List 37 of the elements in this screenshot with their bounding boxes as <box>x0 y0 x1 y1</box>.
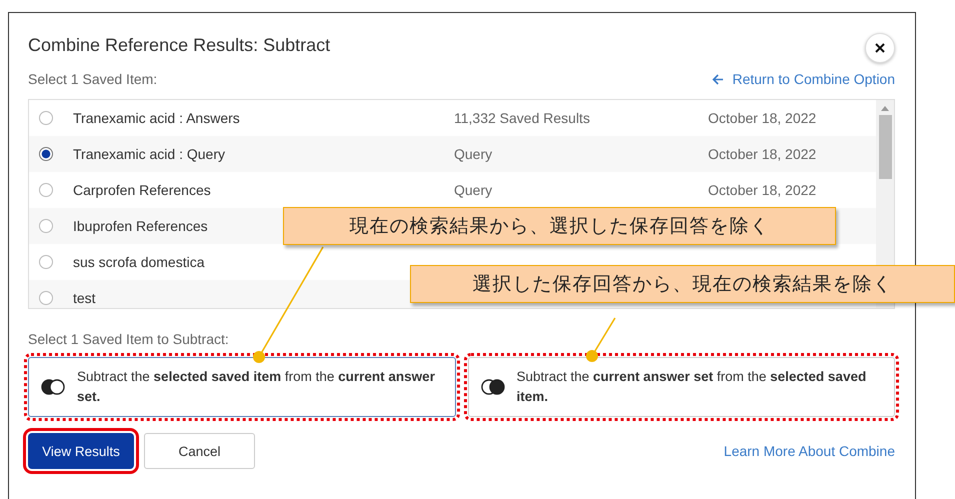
item-date: October 18, 2022 <box>708 110 816 126</box>
return-link[interactable]: Return to Combine Option <box>712 71 895 87</box>
item-date: October 18, 2022 <box>708 182 816 198</box>
item-name: Carprofen References <box>73 182 211 198</box>
item-type: Query <box>454 182 494 198</box>
leader-line <box>586 318 616 362</box>
item-name: Tranexamic acid : Answers <box>73 110 240 126</box>
callout-tooltip: 選択した保存回答から、現在の検索結果を除く <box>410 265 955 303</box>
item-date: October 18, 2022 <box>708 146 816 162</box>
section-label: Select 1 Saved Item: <box>28 71 158 87</box>
item-type: Query <box>454 146 494 162</box>
learn-more-link[interactable]: Learn More About Combine <box>724 443 895 459</box>
overlapping-circles-icon <box>41 379 65 395</box>
radio-button[interactable] <box>39 291 53 305</box>
cancel-button[interactable]: Cancel <box>144 433 255 469</box>
back-arrow-icon <box>712 74 724 84</box>
view-results-button[interactable]: View Results <box>28 433 134 469</box>
close-icon <box>875 43 885 53</box>
item-name: Tranexamic acid : Query <box>73 146 225 162</box>
item-name: test <box>73 290 96 306</box>
radio-button[interactable] <box>39 219 53 233</box>
close-button[interactable] <box>865 33 895 63</box>
option-description: Subtract the selected saved item from the current answer set. <box>77 368 436 406</box>
section-label: Select 1 Saved Item to Subtract: <box>28 331 230 347</box>
radio-button[interactable] <box>39 147 53 161</box>
radio-button[interactable] <box>39 111 53 125</box>
item-name: Ibuprofen References <box>73 218 208 234</box>
option-description: Subtract the current answer set from the selected saved item. <box>516 368 868 406</box>
scrollbar-thumb[interactable] <box>878 115 892 179</box>
radio-button[interactable] <box>39 183 53 197</box>
item-type: 11,332 Saved Results <box>454 110 591 126</box>
overlapping-circles-icon <box>480 379 504 395</box>
radio-button[interactable] <box>39 255 53 269</box>
scroll-up-icon[interactable] <box>881 106 889 111</box>
item-name: sus scrofa domestica <box>73 254 204 270</box>
dialog-title: Combine Reference Results: Subtract <box>28 34 330 56</box>
callout-tooltip: 現在の検索結果から、選択した保存回答を除く <box>283 207 836 245</box>
